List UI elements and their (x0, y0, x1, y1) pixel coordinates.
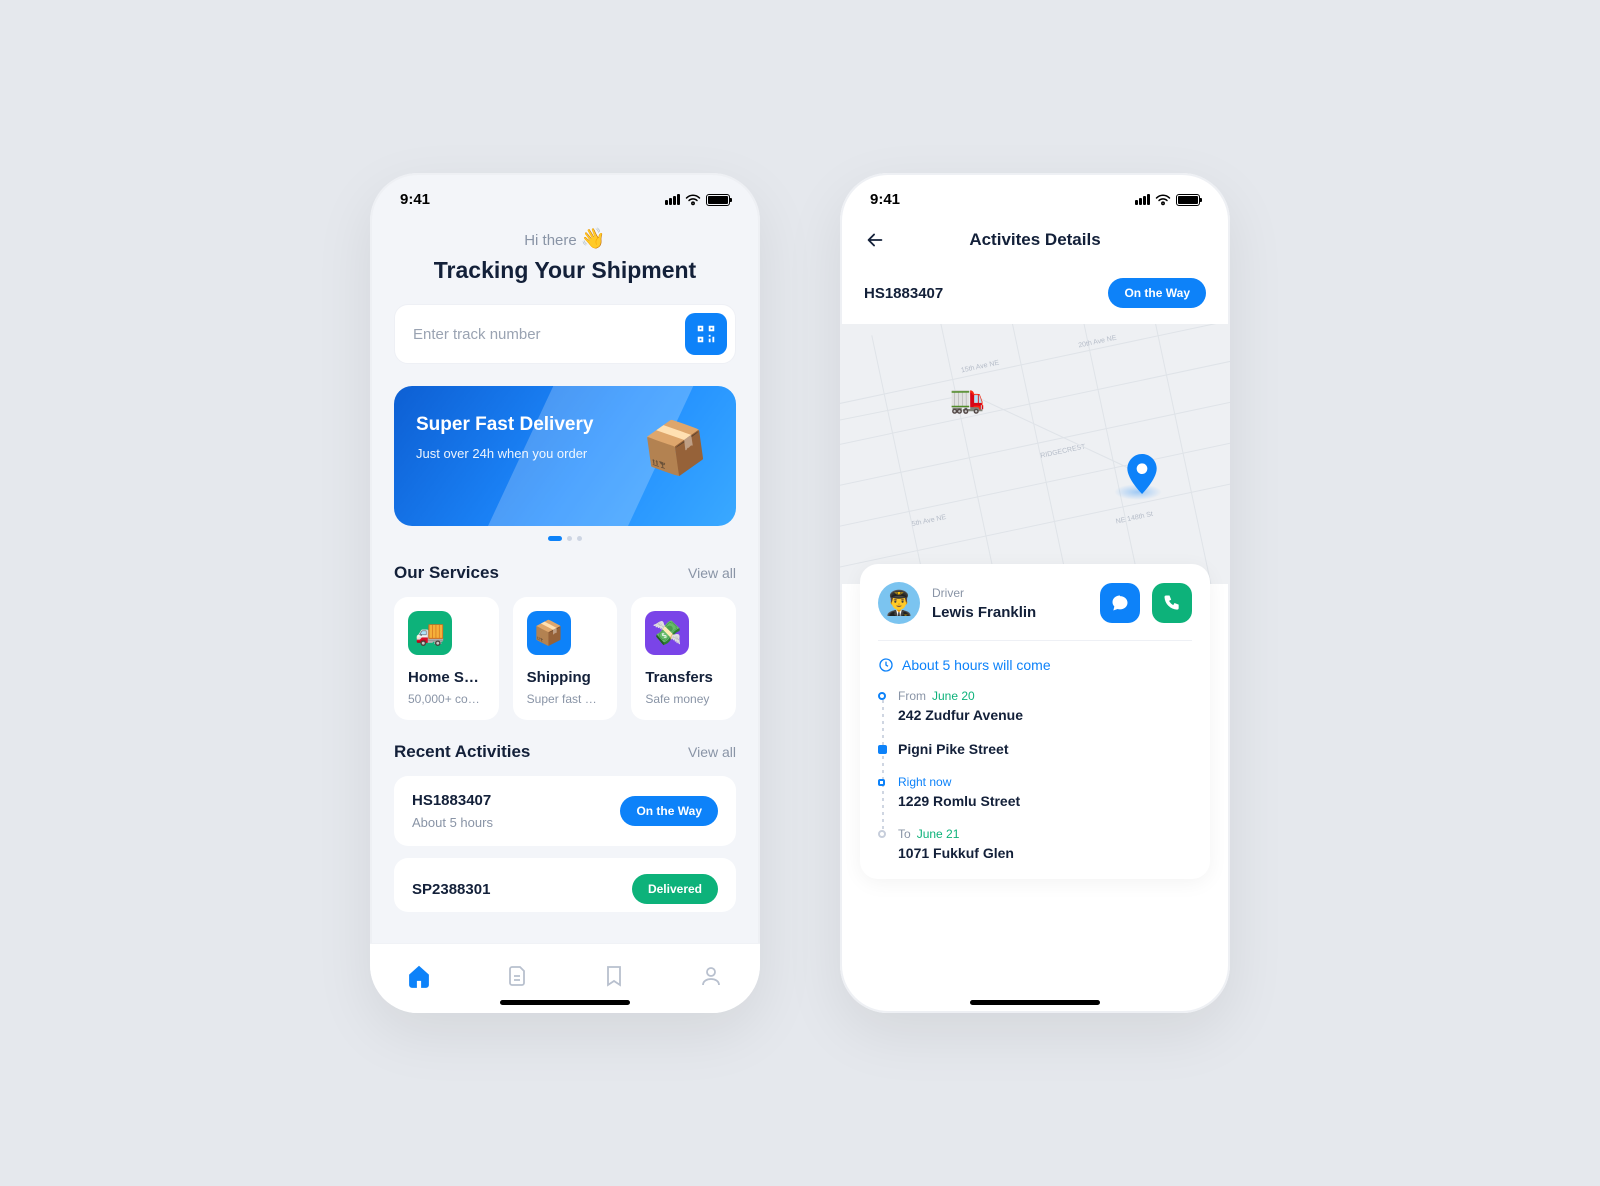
status-badge: On the Way (620, 796, 718, 826)
services-header: Our Services (394, 563, 499, 583)
wave-icon: 👋 (581, 228, 606, 250)
svg-text:NE 148th St: NE 148th St (1115, 511, 1153, 526)
dot-active (548, 536, 562, 541)
search-input[interactable] (413, 326, 685, 343)
page-title: Tracking Your Shipment (394, 257, 736, 284)
service-shipping[interactable]: 📦 Shipping Super fast delivery (513, 597, 618, 720)
nav-saved[interactable] (600, 962, 628, 990)
truck-icon: 🚚 (408, 611, 452, 655)
back-button[interactable] (864, 226, 892, 254)
status-time: 9:41 (400, 191, 430, 208)
phone-detail: 9:41 Activites Details HS1883407 On the … (840, 173, 1230, 1013)
status-icons (665, 194, 730, 206)
timeline-item: Right now 1229 Romlu Street (898, 775, 1192, 809)
driver-card: 👨‍✈️ Driver Lewis Franklin About 5 hours… (860, 564, 1210, 879)
svg-text:15th Ave NE: 15th Ave NE (960, 359, 1000, 374)
truck-marker: 🚛 (950, 382, 985, 415)
status-bar: 9:41 (840, 173, 1230, 216)
nav-profile[interactable] (697, 962, 725, 990)
timeline-item: ToJune 21 1071 Fukkuf Glen (898, 827, 1192, 861)
activity-id: SP2388301 (412, 881, 490, 898)
map-view[interactable]: 15th Ave NE 20th Ave NE RIDGECREST 5th A… (840, 324, 1230, 584)
chat-icon (1110, 593, 1130, 613)
arrow-left-icon (864, 229, 886, 251)
wifi-icon (685, 194, 701, 206)
search-box[interactable] (394, 304, 736, 364)
user-icon (699, 964, 723, 988)
status-bar: 9:41 (370, 173, 760, 216)
service-home-shifting[interactable]: 🚚 Home Shifting 50,000+ courier (394, 597, 499, 720)
clock-icon (878, 657, 894, 673)
wifi-icon (1155, 194, 1171, 206)
home-indicator (500, 1000, 630, 1005)
call-button[interactable] (1152, 583, 1192, 623)
activity-row[interactable]: SP2388301 Delivered (394, 858, 736, 912)
detail-title: Activites Details (969, 230, 1100, 250)
phone-home: 9:41 Hi there 👋 Tracking Your Shipment S… (370, 173, 760, 1013)
message-button[interactable] (1100, 583, 1140, 623)
qr-scan-button[interactable] (685, 313, 727, 355)
activity-id: HS1883407 (412, 792, 493, 809)
promo-banner[interactable]: Super Fast Delivery Just over 24h when y… (394, 386, 736, 526)
home-icon (407, 964, 431, 988)
driver-name: Lewis Franklin (932, 604, 1088, 621)
activity-row[interactable]: HS1883407 About 5 hours On the Way (394, 776, 736, 846)
status-badge: On the Way (1108, 278, 1206, 308)
service-transfers[interactable]: 💸 Transfers Safe money (631, 597, 736, 720)
timeline-item: FromJune 20 242 Zudfur Avenue (898, 689, 1192, 723)
eta-row: About 5 hours will come (878, 657, 1192, 673)
status-time: 9:41 (870, 191, 900, 208)
activity-eta: About 5 hours (412, 815, 493, 830)
phone-icon (1162, 593, 1182, 613)
greeting: Hi there 👋 (394, 226, 736, 251)
nav-home[interactable] (405, 962, 433, 990)
activities-header: Recent Activities (394, 742, 530, 762)
document-icon (504, 964, 528, 988)
services-view-all[interactable]: View all (688, 565, 736, 581)
map-roads: 15th Ave NE 20th Ave NE RIDGECREST 5th A… (840, 324, 1230, 584)
carousel-dots (394, 536, 736, 541)
route-timeline: FromJune 20 242 Zudfur Avenue Pigni Pike… (878, 689, 1192, 861)
nav-orders[interactable] (502, 962, 530, 990)
qr-icon (695, 323, 717, 345)
svg-text:5th Ave NE: 5th Ave NE (911, 514, 947, 528)
activities-view-all[interactable]: View all (688, 744, 736, 760)
destination-pin (1126, 454, 1158, 499)
home-indicator (970, 1000, 1100, 1005)
bookmark-icon (602, 964, 626, 988)
svg-text:20th Ave NE: 20th Ave NE (1078, 335, 1118, 350)
battery-icon (706, 194, 730, 206)
driver-avatar: 👨‍✈️ (878, 582, 920, 624)
signal-icon (1135, 194, 1150, 205)
timeline-item: Pigni Pike Street (898, 741, 1192, 757)
battery-icon (1176, 194, 1200, 206)
driver-label: Driver (932, 586, 1088, 600)
money-icon: 💸 (645, 611, 689, 655)
signal-icon (665, 194, 680, 205)
status-badge: Delivered (632, 874, 718, 904)
status-icons (1135, 194, 1200, 206)
box-icon: 📦 (527, 611, 571, 655)
package-icon: 📦 (639, 414, 712, 483)
shipment-id: HS1883407 (864, 285, 943, 302)
